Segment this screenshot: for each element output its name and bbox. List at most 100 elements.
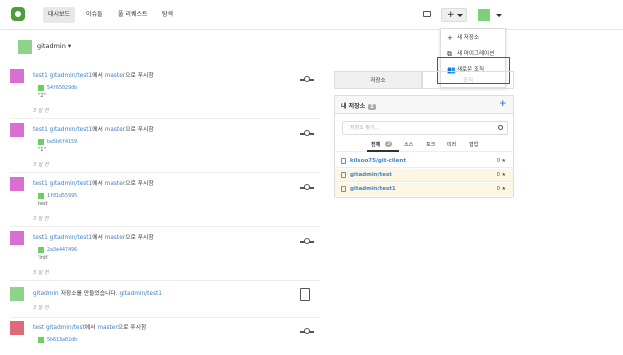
avatar[interactable] xyxy=(10,231,24,245)
feed-title: test1 gitadmin/test1에서 master으로 푸시함 xyxy=(33,232,154,241)
repo-search-input[interactable]: 저장소 찾기... xyxy=(342,121,508,135)
repo-link[interactable]: gitadmin/test xyxy=(46,325,85,331)
menu-new-repository[interactable]: + 새 저장소 xyxy=(441,31,505,45)
branch-link[interactable]: master xyxy=(105,181,125,187)
commit-sha-link[interactable]: 54f65029db xyxy=(47,85,77,91)
filter-collaborative[interactable]: 협업 xyxy=(469,141,478,148)
commit-row: 1f01d55995 xyxy=(38,192,77,200)
top-navbar: 대시보드 이슈들 풀 리퀘스트 탐색 + xyxy=(0,0,623,30)
feed-text: 저장소를 만들었습니다. xyxy=(58,291,120,297)
repo-link[interactable]: gitadmin/test1 xyxy=(50,235,93,241)
commit-icon xyxy=(300,129,314,137)
repo-name-link[interactable]: gitadmin/test xyxy=(350,172,392,178)
feed-text: 에서 xyxy=(92,181,103,187)
repo-list-item[interactable]: gitadmin/test 0 ★ xyxy=(335,169,513,182)
feed-time: 3 일 전 xyxy=(33,108,49,114)
feed-item: test1 gitadmin/test1에서 master으로 푸시함 2a3e… xyxy=(10,231,320,279)
repo-name-link[interactable]: kilsoo75/git-client xyxy=(350,158,406,164)
actor-link[interactable]: test1 xyxy=(33,181,48,187)
feed-time: 3 일 전 xyxy=(33,162,49,168)
feed-text: 에서 xyxy=(84,325,98,331)
add-repository-button[interactable]: + xyxy=(499,99,507,109)
commit-row: ba5b6f4159 xyxy=(38,138,77,146)
plus-icon: + xyxy=(447,34,453,42)
feed-title: gitadmin 저장소를 만들었습니다. gitadmin/test1 xyxy=(33,288,162,297)
app-logo-icon[interactable] xyxy=(11,7,25,21)
avatar[interactable] xyxy=(10,69,24,83)
repo-search-placeholder: 저장소 찾기... xyxy=(350,125,380,131)
actor-link[interactable]: test xyxy=(33,325,44,331)
nav-explore[interactable]: 탐색 xyxy=(157,7,178,23)
nav-pull-requests[interactable]: 풀 리퀘스트 xyxy=(113,7,153,23)
avatar[interactable] xyxy=(10,123,24,137)
avatar[interactable] xyxy=(10,321,24,335)
commit-avatar xyxy=(38,84,44,91)
context-name: gitadmin xyxy=(37,42,66,50)
repo-icon xyxy=(341,158,346,164)
commit-message: test xyxy=(38,201,48,207)
commit-sha-link[interactable]: 2a3e447496 xyxy=(47,247,77,253)
actor-link[interactable]: test1 xyxy=(33,127,48,133)
my-repositories-panel: 내 저장소 3 + 저장소 찾기... 전체 3 소스 포크 미러 협업 kils… xyxy=(334,95,514,198)
filter-active-indicator xyxy=(367,150,399,152)
user-menu-chevron-icon[interactable] xyxy=(496,14,502,17)
repo-stars: 0 ★ xyxy=(496,186,506,192)
feed-text: 으로 푸시함 xyxy=(125,235,154,241)
repo-link[interactable]: gitadmin/test1 xyxy=(50,73,93,79)
repo-list-item[interactable]: gitadmin/test1 0 ★ xyxy=(335,183,513,196)
panel-tabs: 저장소 조직 xyxy=(334,71,514,89)
repo-name-link[interactable]: gitadmin/test1 xyxy=(350,186,396,192)
repo-stars: 0 ★ xyxy=(496,158,506,164)
repo-link[interactable]: gitadmin/test1 xyxy=(50,181,93,187)
commit-row: 54f65029db xyxy=(38,84,77,92)
feed-text: 으로 푸시함 xyxy=(125,73,154,79)
repo-list-item[interactable]: kilsoo75/git-client 0 ★ xyxy=(335,155,513,168)
feed-text: 으로 푸시함 xyxy=(117,325,147,331)
repo-link[interactable]: gitadmin/test1 xyxy=(50,127,93,133)
feed-item: gitadmin 저장소를 만들었습니다. gitadmin/test1 3 일… xyxy=(10,287,320,315)
nav-dashboard[interactable]: 대시보드 xyxy=(43,7,76,23)
context-switcher[interactable]: gitadmin ▾ xyxy=(37,42,71,50)
filter-forks[interactable]: 포크 xyxy=(426,141,435,148)
avatar[interactable] xyxy=(10,177,24,191)
feed-item: test gitadmin/test에서 master으로 푸시함 5b613a… xyxy=(10,321,320,351)
commit-icon xyxy=(300,183,314,191)
lock-icon xyxy=(341,186,346,192)
repo-panel-header: 내 저장소 3 + xyxy=(335,96,513,114)
lock-icon xyxy=(341,172,346,178)
commit-sha-link[interactable]: 5b613a02db xyxy=(47,337,77,343)
commit-message: 'init' xyxy=(38,255,49,261)
filter-all-count-badge: 3 xyxy=(385,141,393,147)
filter-sources[interactable]: 소스 xyxy=(404,141,413,148)
branch-link[interactable]: master xyxy=(105,127,125,133)
repo-stars: 0 ★ xyxy=(496,172,506,178)
context-avatar[interactable] xyxy=(18,40,32,54)
feed-time: 3 일 전 xyxy=(33,216,49,222)
divider xyxy=(10,172,320,173)
nav-issues[interactable]: 이슈들 xyxy=(81,7,108,23)
commit-avatar xyxy=(38,336,44,343)
divider xyxy=(10,118,320,119)
branch-link[interactable]: master xyxy=(105,235,125,241)
commit-sha-link[interactable]: ba5b6f4159 xyxy=(47,139,77,145)
feed-title: test gitadmin/test에서 master으로 푸시함 xyxy=(33,322,146,331)
branch-link[interactable]: master xyxy=(97,325,117,331)
commit-sha-link[interactable]: 1f01d55995 xyxy=(47,193,77,199)
divider xyxy=(10,226,320,227)
tab-organizations[interactable]: 조직 xyxy=(422,71,514,89)
actor-link[interactable]: test1 xyxy=(33,235,48,241)
create-new-button[interactable]: + xyxy=(441,8,467,22)
filter-all[interactable]: 전체 xyxy=(371,141,380,148)
feed-item: test1 gitadmin/test1에서 master으로 푸시함 ba5b… xyxy=(10,123,320,171)
notifications-icon[interactable] xyxy=(423,11,431,17)
filter-mirrors[interactable]: 미러 xyxy=(447,141,456,148)
repo-link[interactable]: gitadmin/test1 xyxy=(119,291,162,297)
actor-link[interactable]: test1 xyxy=(33,73,48,79)
commit-avatar xyxy=(38,246,44,253)
actor-link[interactable]: gitadmin xyxy=(33,291,59,297)
user-avatar[interactable] xyxy=(478,9,490,21)
avatar[interactable] xyxy=(10,287,24,301)
branch-link[interactable]: master xyxy=(105,73,125,79)
feed-time: 3 일 전 xyxy=(33,270,49,276)
tab-repositories[interactable]: 저장소 xyxy=(334,71,422,89)
